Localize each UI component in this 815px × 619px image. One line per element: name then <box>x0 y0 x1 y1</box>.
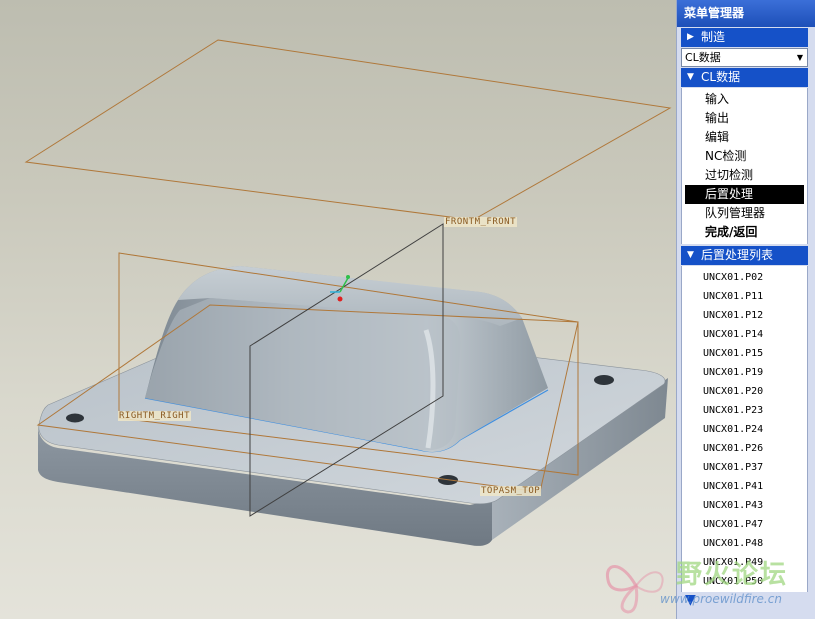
post-file-item[interactable]: UNCX01.P19 <box>682 363 807 382</box>
hole-right <box>594 375 614 385</box>
cl-data-section-header[interactable]: ▼ CL数据 <box>681 68 808 87</box>
cl-data-dropdown-value: CL数据 <box>685 51 721 64</box>
post-file-item[interactable]: UNCX01.P15 <box>682 344 807 363</box>
csys-origin <box>337 296 343 302</box>
post-file-item[interactable]: UNCX01.P26 <box>682 439 807 458</box>
menu-item-done-return[interactable]: 完成/返回 <box>685 223 804 242</box>
menu-item-post-process[interactable]: 后置处理 <box>685 185 804 204</box>
post-file-item[interactable]: UNCX01.P49 <box>682 553 807 572</box>
dropdown-arrow-icon[interactable]: ▼ <box>797 49 803 66</box>
menu-item-queue-manager[interactable]: 队列管理器 <box>685 204 804 223</box>
menu-item-gouge-check[interactable]: 过切检测 <box>685 166 804 185</box>
menu-manager-title: 菜单管理器 <box>677 0 815 27</box>
post-file-item[interactable]: UNCX01.P20 <box>682 382 807 401</box>
menu-item-input[interactable]: 输入 <box>685 90 804 109</box>
post-file-item[interactable]: UNCX01.P37 <box>682 458 807 477</box>
menu-item-output[interactable]: 输出 <box>685 109 804 128</box>
manufacture-menu-label: 制造 <box>701 30 726 44</box>
menu-item-nc-check[interactable]: NC检测 <box>685 147 804 166</box>
datum-plane-upper <box>24 39 672 221</box>
post-file-item[interactable]: UNCX01.P50 <box>682 572 807 591</box>
cl-data-section-label: CL数据 <box>701 70 741 84</box>
post-file-item[interactable]: UNCX01.P43 <box>682 496 807 515</box>
manufacture-menu-header[interactable]: ▶ 制造 <box>681 28 808 47</box>
post-file-item[interactable]: UNCX01.P48 <box>682 534 807 553</box>
triangle-right-icon: ▶ <box>687 32 694 42</box>
triangle-down-icon: ▼ <box>687 250 694 260</box>
post-file-item[interactable]: UNCX01.P24 <box>682 420 807 439</box>
cl-data-menu: 输入 输出 编辑 NC检测 过切检测 后置处理 队列管理器 完成/返回 <box>681 88 808 244</box>
post-file-item[interactable]: UNCX01.P14 <box>682 325 807 344</box>
post-file-item[interactable]: UNCX01.P12 <box>682 306 807 325</box>
menu-manager-panel: 菜单管理器 ▶ 制造 CL数据 ▼ ▼ CL数据 输入 输出 编辑 NC检测 过… <box>676 0 815 619</box>
post-file-item[interactable]: UNCX01.P41 <box>682 477 807 496</box>
post-list-section-label: 后置处理列表 <box>701 248 774 262</box>
triangle-down-icon: ▼ <box>687 72 694 82</box>
datum-label-right[interactable]: RIGHTM_RIGHT <box>118 411 192 421</box>
menu-item-edit[interactable]: 编辑 <box>685 128 804 147</box>
post-file-item[interactable]: UNCX01.P47 <box>682 515 807 534</box>
post-file-item[interactable]: UNCX01.P11 <box>682 287 807 306</box>
post-file-item[interactable]: UNCX01.P23 <box>682 401 807 420</box>
scroll-down-icon[interactable]: ▼ <box>685 592 696 608</box>
datum-label-top[interactable]: TOPASM_TOP <box>480 486 542 496</box>
model-graphics <box>24 39 672 546</box>
post-processor-list: UNCX01.P02 UNCX01.P11 UNCX01.P12 UNCX01.… <box>681 266 808 592</box>
datum-label-front[interactable]: FRONTM_FRONT <box>444 217 518 227</box>
cl-data-dropdown[interactable]: CL数据 ▼ <box>681 48 808 67</box>
model-viewport[interactable]: FRONTM_FRONT RIGHTM_RIGHT TOPASM_TOP <box>0 0 676 619</box>
hole-left <box>66 413 84 423</box>
post-list-section-header[interactable]: ▼ 后置处理列表 <box>681 246 808 265</box>
post-file-item[interactable]: UNCX01.P02 <box>682 268 807 287</box>
